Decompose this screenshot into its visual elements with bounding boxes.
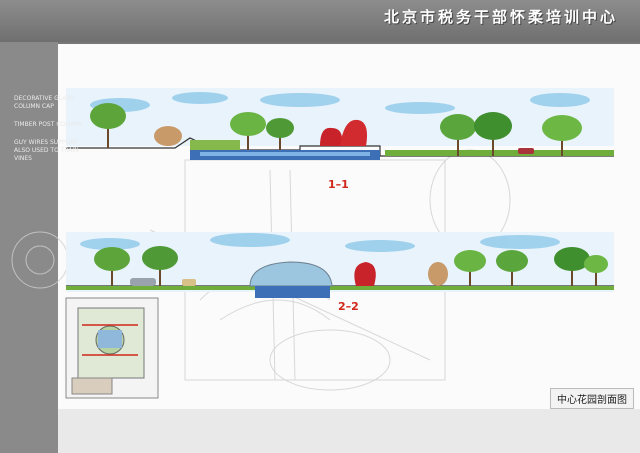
site-plan (65, 297, 159, 399)
section-1-pavilion (154, 126, 182, 146)
note-timber-post: TIMBER POST COLUMN (14, 121, 83, 128)
section-label-1-1: 1–1 (328, 178, 349, 191)
section-1-1 (66, 88, 614, 160)
sections-drawing (11, 88, 614, 399)
section-1-car (518, 148, 534, 154)
section-label-2-2: 2–2 (338, 300, 359, 313)
drawing-caption: 中心花园剖面图 (550, 388, 634, 409)
drawing-board: 北京市税务干部怀柔培训中心 DECORATIVE GLASS COLUMN CA… (0, 0, 640, 453)
section-2-car (130, 278, 156, 286)
note-guy-wires: GUY WIRES SUPPORT ALSO USED TO TRAIN VIN… (14, 139, 79, 162)
annotation-notes: DECORATIVE GLASS COLUMN CAP TIMBER POST … (0, 95, 90, 225)
section-2-2 (66, 232, 614, 298)
note-glass-cap: DECORATIVE GLASS COLUMN CAP (14, 95, 74, 110)
section-2-water (255, 286, 330, 298)
